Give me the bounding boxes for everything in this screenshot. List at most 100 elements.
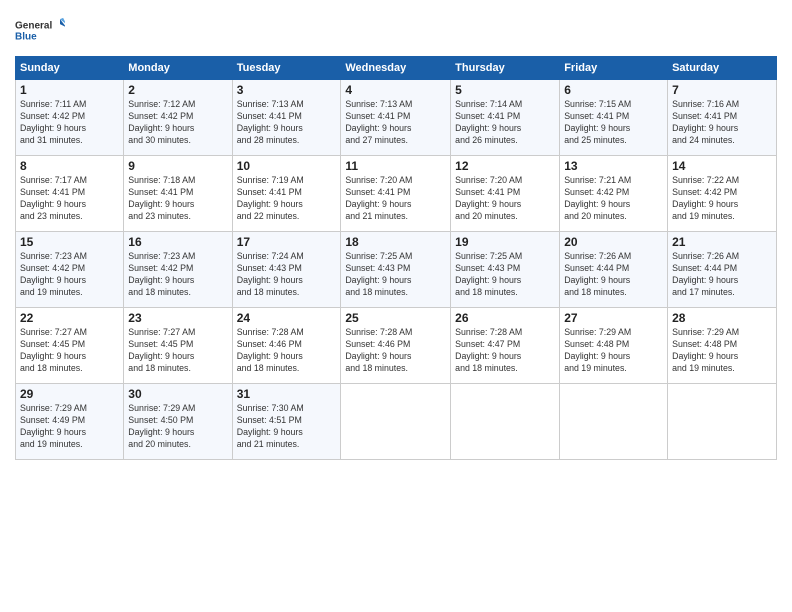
day-info: Sunrise: 7:25 AM Sunset: 4:43 PM Dayligh… xyxy=(345,251,412,297)
day-number: 18 xyxy=(345,235,446,249)
table-cell-16: 16 Sunrise: 7:23 AM Sunset: 4:42 PM Dayli… xyxy=(124,232,232,308)
day-info: Sunrise: 7:28 AM Sunset: 4:46 PM Dayligh… xyxy=(237,327,304,373)
day-info: Sunrise: 7:29 AM Sunset: 4:48 PM Dayligh… xyxy=(672,327,739,373)
calendar-table: SundayMondayTuesdayWednesdayThursdayFrid… xyxy=(15,56,777,460)
day-info: Sunrise: 7:23 AM Sunset: 4:42 PM Dayligh… xyxy=(20,251,87,297)
day-info: Sunrise: 7:15 AM Sunset: 4:41 PM Dayligh… xyxy=(564,99,631,145)
day-info: Sunrise: 7:14 AM Sunset: 4:41 PM Dayligh… xyxy=(455,99,522,145)
week-row-1: 1 Sunrise: 7:11 AM Sunset: 4:42 PM Daylig… xyxy=(16,80,777,156)
table-cell-13: 13 Sunrise: 7:21 AM Sunset: 4:42 PM Dayli… xyxy=(560,156,668,232)
day-number: 4 xyxy=(345,83,446,97)
table-cell-3: 3 Sunrise: 7:13 AM Sunset: 4:41 PM Daylig… xyxy=(232,80,341,156)
day-number: 28 xyxy=(672,311,772,325)
header-row: SundayMondayTuesdayWednesdayThursdayFrid… xyxy=(16,57,777,80)
day-number: 30 xyxy=(128,387,227,401)
day-info: Sunrise: 7:20 AM Sunset: 4:41 PM Dayligh… xyxy=(455,175,522,221)
day-number: 19 xyxy=(455,235,555,249)
col-header-tuesday: Tuesday xyxy=(232,57,341,80)
day-info: Sunrise: 7:25 AM Sunset: 4:43 PM Dayligh… xyxy=(455,251,522,297)
day-number: 23 xyxy=(128,311,227,325)
day-number: 20 xyxy=(564,235,663,249)
table-cell-25: 25 Sunrise: 7:28 AM Sunset: 4:46 PM Dayli… xyxy=(341,308,451,384)
day-info: Sunrise: 7:13 AM Sunset: 4:41 PM Dayligh… xyxy=(237,99,304,145)
day-number: 25 xyxy=(345,311,446,325)
day-info: Sunrise: 7:28 AM Sunset: 4:47 PM Dayligh… xyxy=(455,327,522,373)
day-number: 1 xyxy=(20,83,119,97)
week-row-3: 15 Sunrise: 7:23 AM Sunset: 4:42 PM Dayli… xyxy=(16,232,777,308)
day-number: 8 xyxy=(20,159,119,173)
table-cell-empty xyxy=(668,384,777,460)
table-cell-7: 7 Sunrise: 7:16 AM Sunset: 4:41 PM Daylig… xyxy=(668,80,777,156)
day-info: Sunrise: 7:22 AM Sunset: 4:42 PM Dayligh… xyxy=(672,175,739,221)
table-cell-21: 21Sunrise: 7:26 AM Sunset: 4:44 PM Dayli… xyxy=(668,232,777,308)
day-info: Sunrise: 7:13 AM Sunset: 4:41 PM Dayligh… xyxy=(345,99,412,145)
day-info: Sunrise: 7:18 AM Sunset: 4:41 PM Dayligh… xyxy=(128,175,195,221)
day-info: Sunrise: 7:26 AM Sunset: 4:44 PM Dayligh… xyxy=(564,251,631,297)
table-cell-19: 19 Sunrise: 7:25 AM Sunset: 4:43 PM Dayli… xyxy=(451,232,560,308)
table-cell-12: 12Sunrise: 7:20 AM Sunset: 4:41 PM Dayli… xyxy=(451,156,560,232)
table-cell-20: 20 Sunrise: 7:26 AM Sunset: 4:44 PM Dayli… xyxy=(560,232,668,308)
table-cell-17: 17 Sunrise: 7:24 AM Sunset: 4:43 PM Dayli… xyxy=(232,232,341,308)
week-row-4: 22 Sunrise: 7:27 AM Sunset: 4:45 PM Dayli… xyxy=(16,308,777,384)
day-number: 22 xyxy=(20,311,119,325)
day-number: 3 xyxy=(237,83,337,97)
day-info: Sunrise: 7:26 AM Sunset: 4:44 PM Dayligh… xyxy=(672,251,739,297)
day-info: Sunrise: 7:29 AM Sunset: 4:49 PM Dayligh… xyxy=(20,403,87,449)
day-number: 16 xyxy=(128,235,227,249)
day-number: 29 xyxy=(20,387,119,401)
day-number: 2 xyxy=(128,83,227,97)
table-cell-6: 6 Sunrise: 7:15 AM Sunset: 4:41 PM Daylig… xyxy=(560,80,668,156)
day-info: Sunrise: 7:27 AM Sunset: 4:45 PM Dayligh… xyxy=(128,327,195,373)
table-cell-26: 26 Sunrise: 7:28 AM Sunset: 4:47 PM Dayli… xyxy=(451,308,560,384)
day-info: Sunrise: 7:19 AM Sunset: 4:41 PM Dayligh… xyxy=(237,175,304,221)
day-number: 7 xyxy=(672,83,772,97)
day-number: 14 xyxy=(672,159,772,173)
day-info: Sunrise: 7:27 AM Sunset: 4:45 PM Dayligh… xyxy=(20,327,87,373)
day-number: 31 xyxy=(237,387,337,401)
day-number: 11 xyxy=(345,159,446,173)
table-cell-5: 5 Sunrise: 7:14 AM Sunset: 4:41 PM Daylig… xyxy=(451,80,560,156)
week-row-2: 8 Sunrise: 7:17 AM Sunset: 4:41 PM Daylig… xyxy=(16,156,777,232)
day-info: Sunrise: 7:16 AM Sunset: 4:41 PM Dayligh… xyxy=(672,99,739,145)
table-cell-10: 10Sunrise: 7:19 AM Sunset: 4:41 PM Dayli… xyxy=(232,156,341,232)
day-info: Sunrise: 7:29 AM Sunset: 4:48 PM Dayligh… xyxy=(564,327,631,373)
col-header-sunday: Sunday xyxy=(16,57,124,80)
col-header-wednesday: Wednesday xyxy=(341,57,451,80)
day-info: Sunrise: 7:24 AM Sunset: 4:43 PM Dayligh… xyxy=(237,251,304,297)
table-cell-27: 27 Sunrise: 7:29 AM Sunset: 4:48 PM Dayli… xyxy=(560,308,668,384)
day-info: Sunrise: 7:20 AM Sunset: 4:41 PM Dayligh… xyxy=(345,175,412,221)
day-number: 27 xyxy=(564,311,663,325)
day-info: Sunrise: 7:11 AM Sunset: 4:42 PM Dayligh… xyxy=(20,99,86,145)
table-cell-18: 18 Sunrise: 7:25 AM Sunset: 4:43 PM Dayli… xyxy=(341,232,451,308)
day-number: 17 xyxy=(237,235,337,249)
day-info: Sunrise: 7:17 AM Sunset: 4:41 PM Dayligh… xyxy=(20,175,87,221)
table-cell-28: 28 Sunrise: 7:29 AM Sunset: 4:48 PM Dayli… xyxy=(668,308,777,384)
week-row-5: 29 Sunrise: 7:29 AM Sunset: 4:49 PM Dayli… xyxy=(16,384,777,460)
table-cell-empty xyxy=(451,384,560,460)
day-number: 13 xyxy=(564,159,663,173)
day-info: Sunrise: 7:28 AM Sunset: 4:46 PM Dayligh… xyxy=(345,327,412,373)
day-number: 9 xyxy=(128,159,227,173)
day-info: Sunrise: 7:23 AM Sunset: 4:42 PM Dayligh… xyxy=(128,251,195,297)
day-info: Sunrise: 7:12 AM Sunset: 4:42 PM Dayligh… xyxy=(128,99,195,145)
day-number: 26 xyxy=(455,311,555,325)
col-header-thursday: Thursday xyxy=(451,57,560,80)
day-number: 24 xyxy=(237,311,337,325)
table-cell-29: 29 Sunrise: 7:29 AM Sunset: 4:49 PM Dayli… xyxy=(16,384,124,460)
table-cell-4: 4 Sunrise: 7:13 AM Sunset: 4:41 PM Daylig… xyxy=(341,80,451,156)
table-cell-9: 9 Sunrise: 7:18 AM Sunset: 4:41 PM Daylig… xyxy=(124,156,232,232)
svg-text:Blue: Blue xyxy=(15,32,37,43)
day-number: 5 xyxy=(455,83,555,97)
table-cell-15: 15 Sunrise: 7:23 AM Sunset: 4:42 PM Dayli… xyxy=(16,232,124,308)
logo-svg: General Blue xyxy=(15,10,65,50)
day-number: 15 xyxy=(20,235,119,249)
table-cell-empty xyxy=(560,384,668,460)
table-cell-14: 14 Sunrise: 7:22 AM Sunset: 4:42 PM Dayli… xyxy=(668,156,777,232)
table-cell-24: 24 Sunrise: 7:28 AM Sunset: 4:46 PM Dayli… xyxy=(232,308,341,384)
day-number: 6 xyxy=(564,83,663,97)
col-header-saturday: Saturday xyxy=(668,57,777,80)
svg-text:General: General xyxy=(15,20,52,31)
day-info: Sunrise: 7:21 AM Sunset: 4:42 PM Dayligh… xyxy=(564,175,631,221)
table-cell-30: 30Sunrise: 7:29 AM Sunset: 4:50 PM Dayli… xyxy=(124,384,232,460)
table-cell-31: 31Sunrise: 7:30 AM Sunset: 4:51 PM Dayli… xyxy=(232,384,341,460)
